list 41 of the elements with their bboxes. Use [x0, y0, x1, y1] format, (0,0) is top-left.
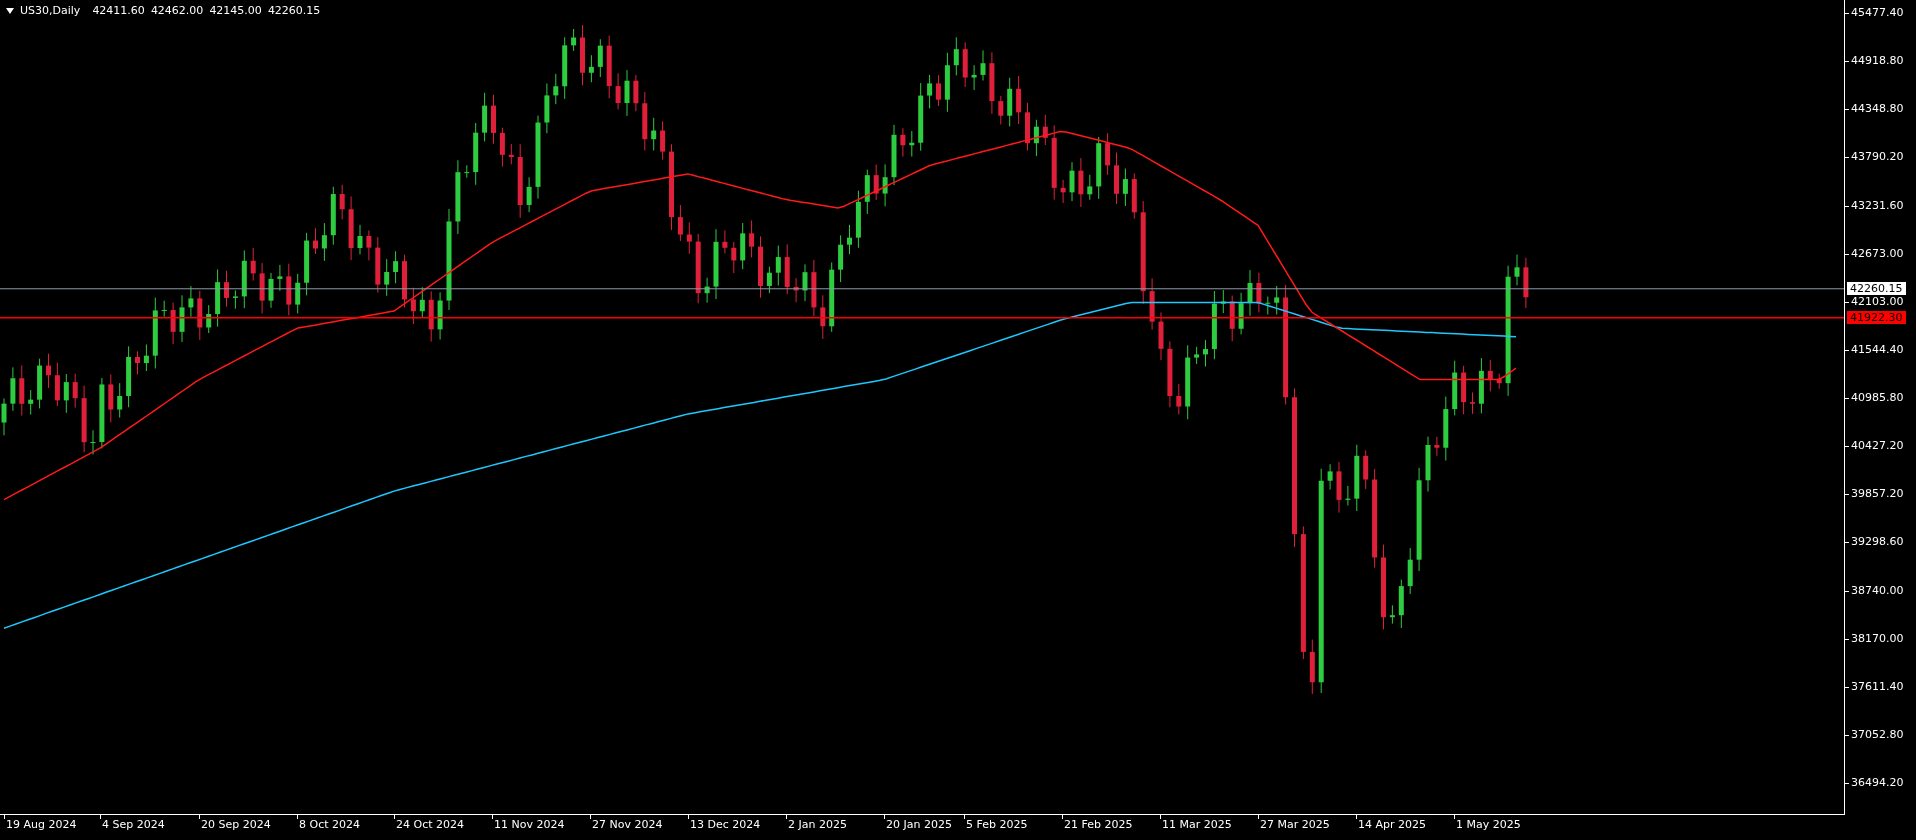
date-label: 27 Nov 2024 — [592, 818, 663, 831]
price-label: 45477.40 — [1851, 6, 1904, 19]
price-label: 42103.00 — [1851, 294, 1904, 308]
price-tag: 41922.30 — [1847, 310, 1906, 324]
date-label: 11 Mar 2025 — [1162, 818, 1232, 831]
price-label: 37611.40 — [1851, 679, 1904, 693]
date-label: 27 Mar 2025 — [1260, 818, 1330, 831]
price-label: 44348.80 — [1851, 102, 1904, 116]
date-label: 4 Sep 2024 — [102, 818, 165, 831]
date-label: 20 Jan 2025 — [886, 818, 952, 831]
price-value: 42462.00 — [150, 4, 204, 17]
date-label: 1 May 2025 — [1456, 818, 1521, 831]
date-label: 8 Oct 2024 — [299, 818, 360, 831]
date-label: 24 Oct 2024 — [396, 818, 464, 831]
price-label: 39298.60 — [1851, 535, 1904, 549]
date-label: 19 Aug 2024 — [6, 818, 77, 831]
price-label: 42673.00 — [1851, 246, 1904, 260]
price-label: 44918.80 — [1851, 54, 1904, 68]
price-label: 38170.00 — [1851, 631, 1904, 645]
date-label: 21 Feb 2025 — [1064, 818, 1133, 831]
price-value: 42411.60 — [92, 4, 145, 17]
date-label: 14 Apr 2025 — [1358, 818, 1426, 831]
price-label: 37052.80 — [1851, 727, 1904, 741]
price-label: 43231.60 — [1851, 198, 1904, 212]
date-label: 20 Sep 2024 — [201, 818, 271, 831]
price-label: 36494.20 — [1851, 776, 1904, 789]
price-label: 43790.20 — [1851, 150, 1904, 164]
price-tag: 42260.15 — [1847, 281, 1906, 295]
price-value: 42145.00 — [209, 4, 262, 17]
date-label: 2 Jan 2025 — [788, 818, 847, 831]
date-label: 11 Nov 2024 — [494, 818, 565, 831]
price-value: 42260.15 — [267, 4, 321, 17]
price-label: 41544.40 — [1851, 342, 1904, 356]
date-label: 13 Dec 2024 — [690, 818, 761, 831]
price-label: 39857.20 — [1851, 487, 1904, 501]
symbol-label: US30,Daily — [20, 4, 81, 17]
date-label: 5 Feb 2025 — [966, 818, 1028, 831]
price-label: 40985.80 — [1851, 391, 1904, 404]
price-label: 38740.00 — [1851, 583, 1904, 597]
dropdown-triangle-icon[interactable] — [6, 7, 14, 14]
price-label: 40427.20 — [1851, 439, 1904, 453]
